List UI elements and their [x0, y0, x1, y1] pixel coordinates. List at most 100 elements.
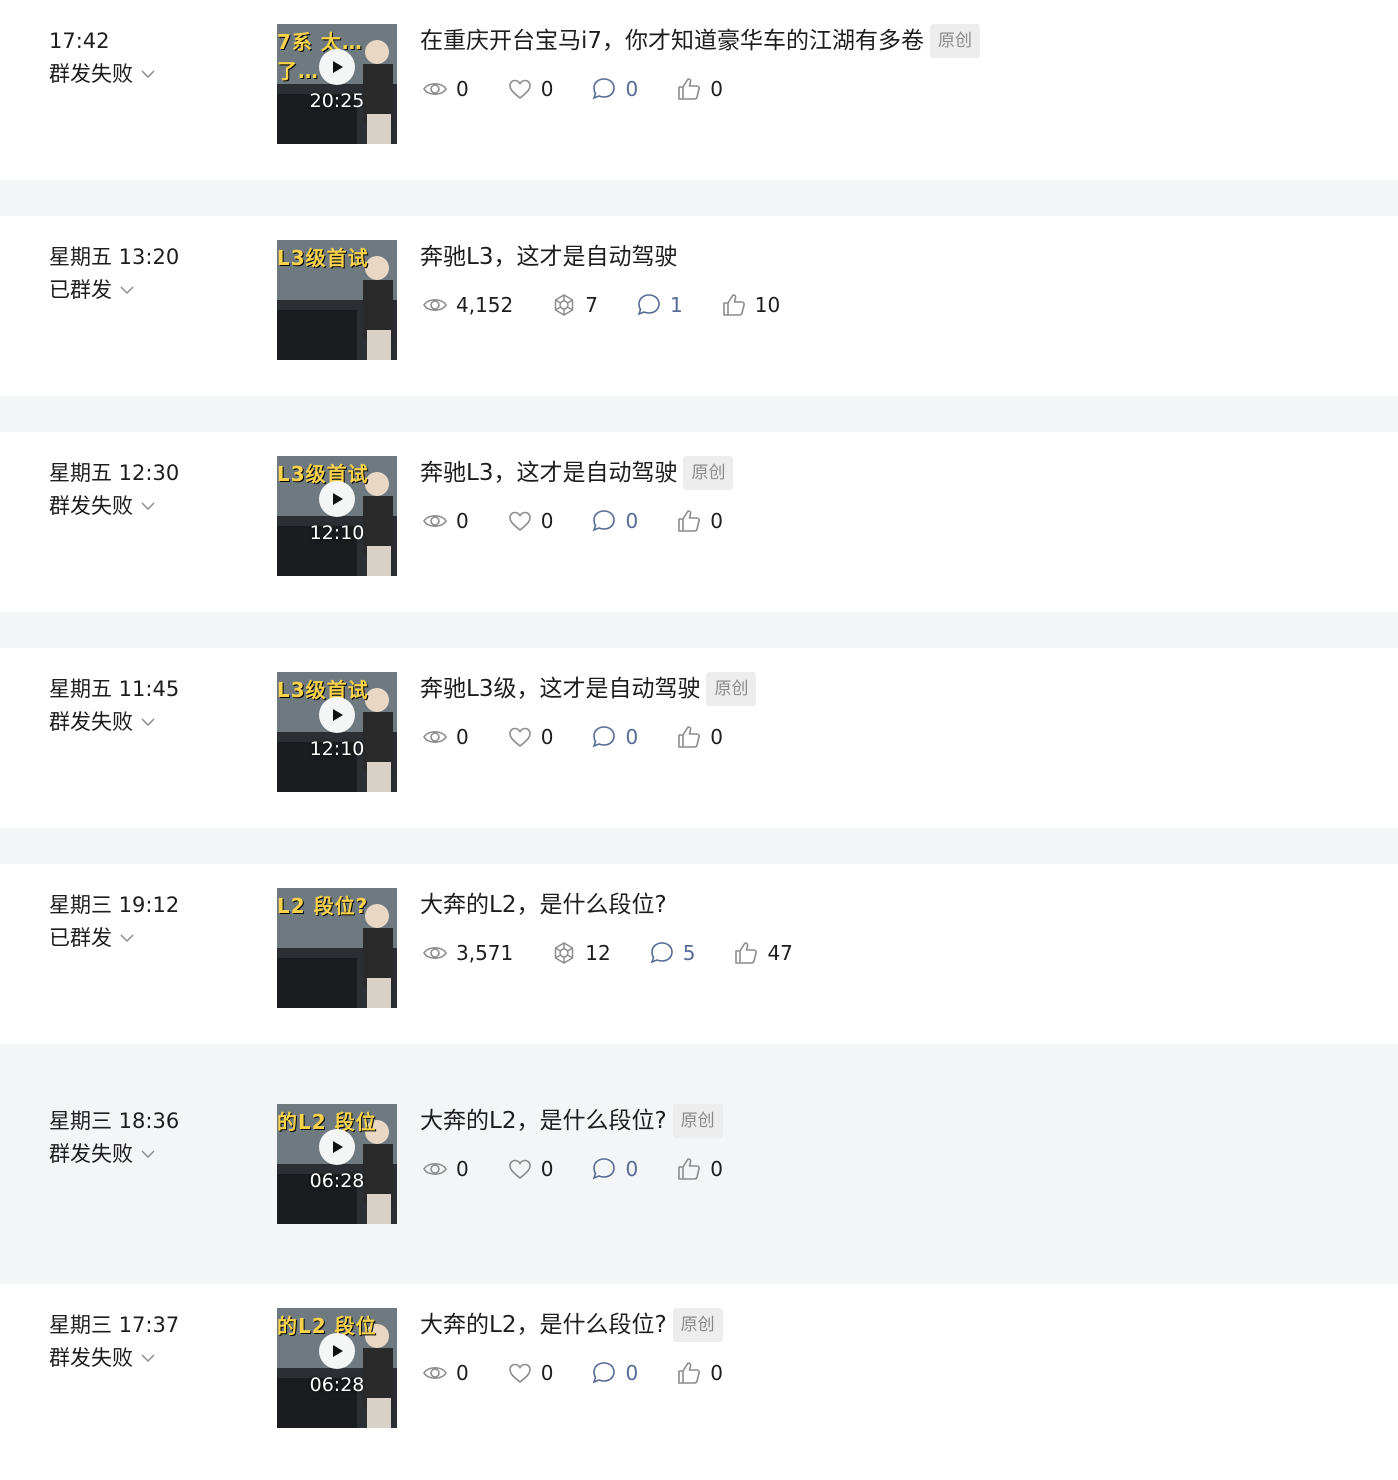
- article-title[interactable]: 大奔的L2，是什么段位?: [420, 888, 667, 922]
- shares-stat: 12: [551, 940, 611, 966]
- heart-icon: [508, 511, 531, 532]
- favorites-stat: 0: [507, 508, 553, 534]
- title-row: 奔驰L3，这才是自动驾驶 原创: [420, 456, 734, 490]
- list-item[interactable]: 星期五 13:20 已群发 L3级首试 奔驰L3，这才是自动驾驶 4,152 7…: [0, 216, 1398, 396]
- list-item[interactable]: 星期五 11:45 群发失败 L3级首试 12:10 奔驰L3级，这才是自动驾驶: [0, 648, 1398, 828]
- comment-icon: [593, 1158, 616, 1180]
- eye-icon: [423, 946, 447, 960]
- publish-status-dropdown[interactable]: 群发失败: [49, 1140, 179, 1168]
- thumbnail[interactable]: L3级首试 12:10: [277, 456, 397, 576]
- play-icon[interactable]: [319, 49, 355, 85]
- views-stat: 4,152: [422, 292, 513, 318]
- list-item[interactable]: 星期五 12:30 群发失败 L3级首试 12:10 奔驰L3，这才是自动驾驶: [0, 432, 1398, 612]
- play-icon[interactable]: [319, 1333, 355, 1369]
- comments-stat[interactable]: 0: [591, 508, 638, 534]
- thumbs-up-icon: [678, 1362, 701, 1384]
- list-item[interactable]: 17:42 群发失败 7系 太…了… 20:25 在重庆开台宝马i7，你才知道豪: [0, 0, 1398, 180]
- thumbs-up-icon: [678, 1158, 701, 1180]
- likes-count: 0: [710, 77, 723, 101]
- item-meta: 星期五 12:30 群发失败: [49, 459, 179, 520]
- publish-status-label: 已群发: [49, 278, 112, 302]
- publish-status-dropdown[interactable]: 群发失败: [49, 1344, 179, 1372]
- stats-row: 4,152 7 1 10: [422, 292, 818, 318]
- comments-stat[interactable]: 0: [591, 1156, 638, 1182]
- comments-count: 0: [625, 1361, 639, 1385]
- original-badge: 原创: [930, 24, 981, 58]
- thumbs-up-icon: [735, 942, 758, 964]
- list-item[interactable]: 星期三 19:12 已群发 L2 段位? 大奔的L2，是什么段位? 3,571 …: [0, 864, 1398, 1044]
- thumbnail[interactable]: 的L2 段位 06:28: [277, 1308, 397, 1428]
- thumbnail-overlay-text: L3级首试: [277, 246, 369, 270]
- list-item[interactable]: 星期三 17:37 群发失败 的L2 段位 06:28 大奔的L2，是什么段位?: [0, 1284, 1398, 1480]
- article-title[interactable]: 大奔的L2，是什么段位?: [420, 1104, 667, 1138]
- article-title[interactable]: 奔驰L3，这才是自动驾驶: [420, 456, 677, 490]
- comments-stat[interactable]: 0: [591, 1360, 638, 1386]
- heart-icon: [508, 1363, 531, 1384]
- publish-status-dropdown[interactable]: 群发失败: [49, 60, 156, 88]
- heart-icon: [508, 1159, 531, 1180]
- publish-status-dropdown[interactable]: 群发失败: [49, 492, 179, 520]
- publish-status-label: 群发失败: [49, 1142, 133, 1166]
- item-meta: 17:42 群发失败: [49, 27, 156, 88]
- thumbnail[interactable]: L2 段位?: [277, 888, 397, 1008]
- eye-icon: [423, 1162, 447, 1176]
- chevron-down-icon: [141, 718, 155, 727]
- views-count: 0: [456, 1361, 469, 1385]
- list-item[interactable]: 星期三 18:36 群发失败 的L2 段位 06:28 大奔的L2，是什么段位?: [0, 1080, 1398, 1248]
- likes-stat: 0: [676, 76, 723, 102]
- favorites-stat: 0: [507, 724, 553, 750]
- publish-status-dropdown[interactable]: 已群发: [49, 924, 179, 952]
- publish-status-label: 群发失败: [49, 1346, 133, 1370]
- comments-count: 5: [682, 941, 696, 965]
- title-row: 大奔的L2，是什么段位? 原创: [420, 1104, 723, 1138]
- publish-status-dropdown[interactable]: 群发失败: [49, 708, 179, 736]
- article-title[interactable]: 大奔的L2，是什么段位?: [420, 1308, 667, 1342]
- thumbnail[interactable]: L3级首试: [277, 240, 397, 360]
- publish-time: 星期五 12:30: [49, 461, 180, 485]
- video-duration: 06:28: [309, 1170, 365, 1192]
- play-icon[interactable]: [319, 1129, 355, 1165]
- thumbs-up-icon: [678, 510, 701, 532]
- comments-stat[interactable]: 1: [636, 292, 683, 318]
- title-row: 奔驰L3，这才是自动驾驶: [420, 240, 677, 274]
- share-icon: [555, 294, 574, 316]
- original-badge: 原创: [672, 1104, 723, 1138]
- play-icon[interactable]: [319, 481, 355, 517]
- publish-status-dropdown[interactable]: 已群发: [49, 276, 179, 304]
- original-badge: 原创: [683, 456, 734, 490]
- comments-stat[interactable]: 5: [649, 940, 696, 966]
- likes-count: 0: [710, 509, 723, 533]
- article-title[interactable]: 在重庆开台宝马i7，你才知道豪华车的江湖有多卷: [420, 24, 924, 58]
- heart-icon: [508, 79, 531, 100]
- likes-stat: 0: [676, 508, 723, 534]
- likes-count: 47: [767, 941, 793, 965]
- video-duration: 12:10: [309, 738, 365, 760]
- eye-icon: [423, 82, 447, 96]
- comments-count: 1: [670, 293, 683, 317]
- views-stat: 0: [422, 1360, 469, 1386]
- video-duration: 20:25: [309, 90, 365, 112]
- comment-icon: [593, 78, 616, 100]
- stats-row: 0 0 0 0: [422, 1156, 761, 1182]
- thumbs-up-icon: [722, 294, 745, 316]
- thumbnail[interactable]: 7系 太…了… 20:25: [277, 24, 397, 144]
- second-count: 0: [540, 1361, 554, 1385]
- thumbs-up-icon: [678, 78, 701, 100]
- publish-status-label: 已群发: [49, 926, 112, 950]
- chevron-down-icon: [141, 502, 155, 511]
- thumbs-up-icon: [678, 726, 701, 748]
- play-icon[interactable]: [319, 697, 355, 733]
- article-title[interactable]: 奔驰L3级，这才是自动驾驶: [420, 672, 700, 706]
- article-title[interactable]: 奔驰L3，这才是自动驾驶: [420, 240, 677, 274]
- comment-icon: [650, 942, 673, 964]
- comments-stat[interactable]: 0: [591, 76, 638, 102]
- comments-stat[interactable]: 0: [591, 724, 638, 750]
- likes-stat: 0: [676, 1156, 723, 1182]
- likes-count: 0: [710, 1157, 723, 1181]
- share-icon: [555, 942, 574, 964]
- item-meta: 星期三 19:12 已群发: [49, 891, 179, 952]
- thumbnail[interactable]: L3级首试 12:10: [277, 672, 397, 792]
- publish-time: 星期三 19:12: [49, 893, 180, 917]
- thumbnail[interactable]: 的L2 段位 06:28: [277, 1104, 397, 1224]
- likes-stat: 0: [676, 724, 723, 750]
